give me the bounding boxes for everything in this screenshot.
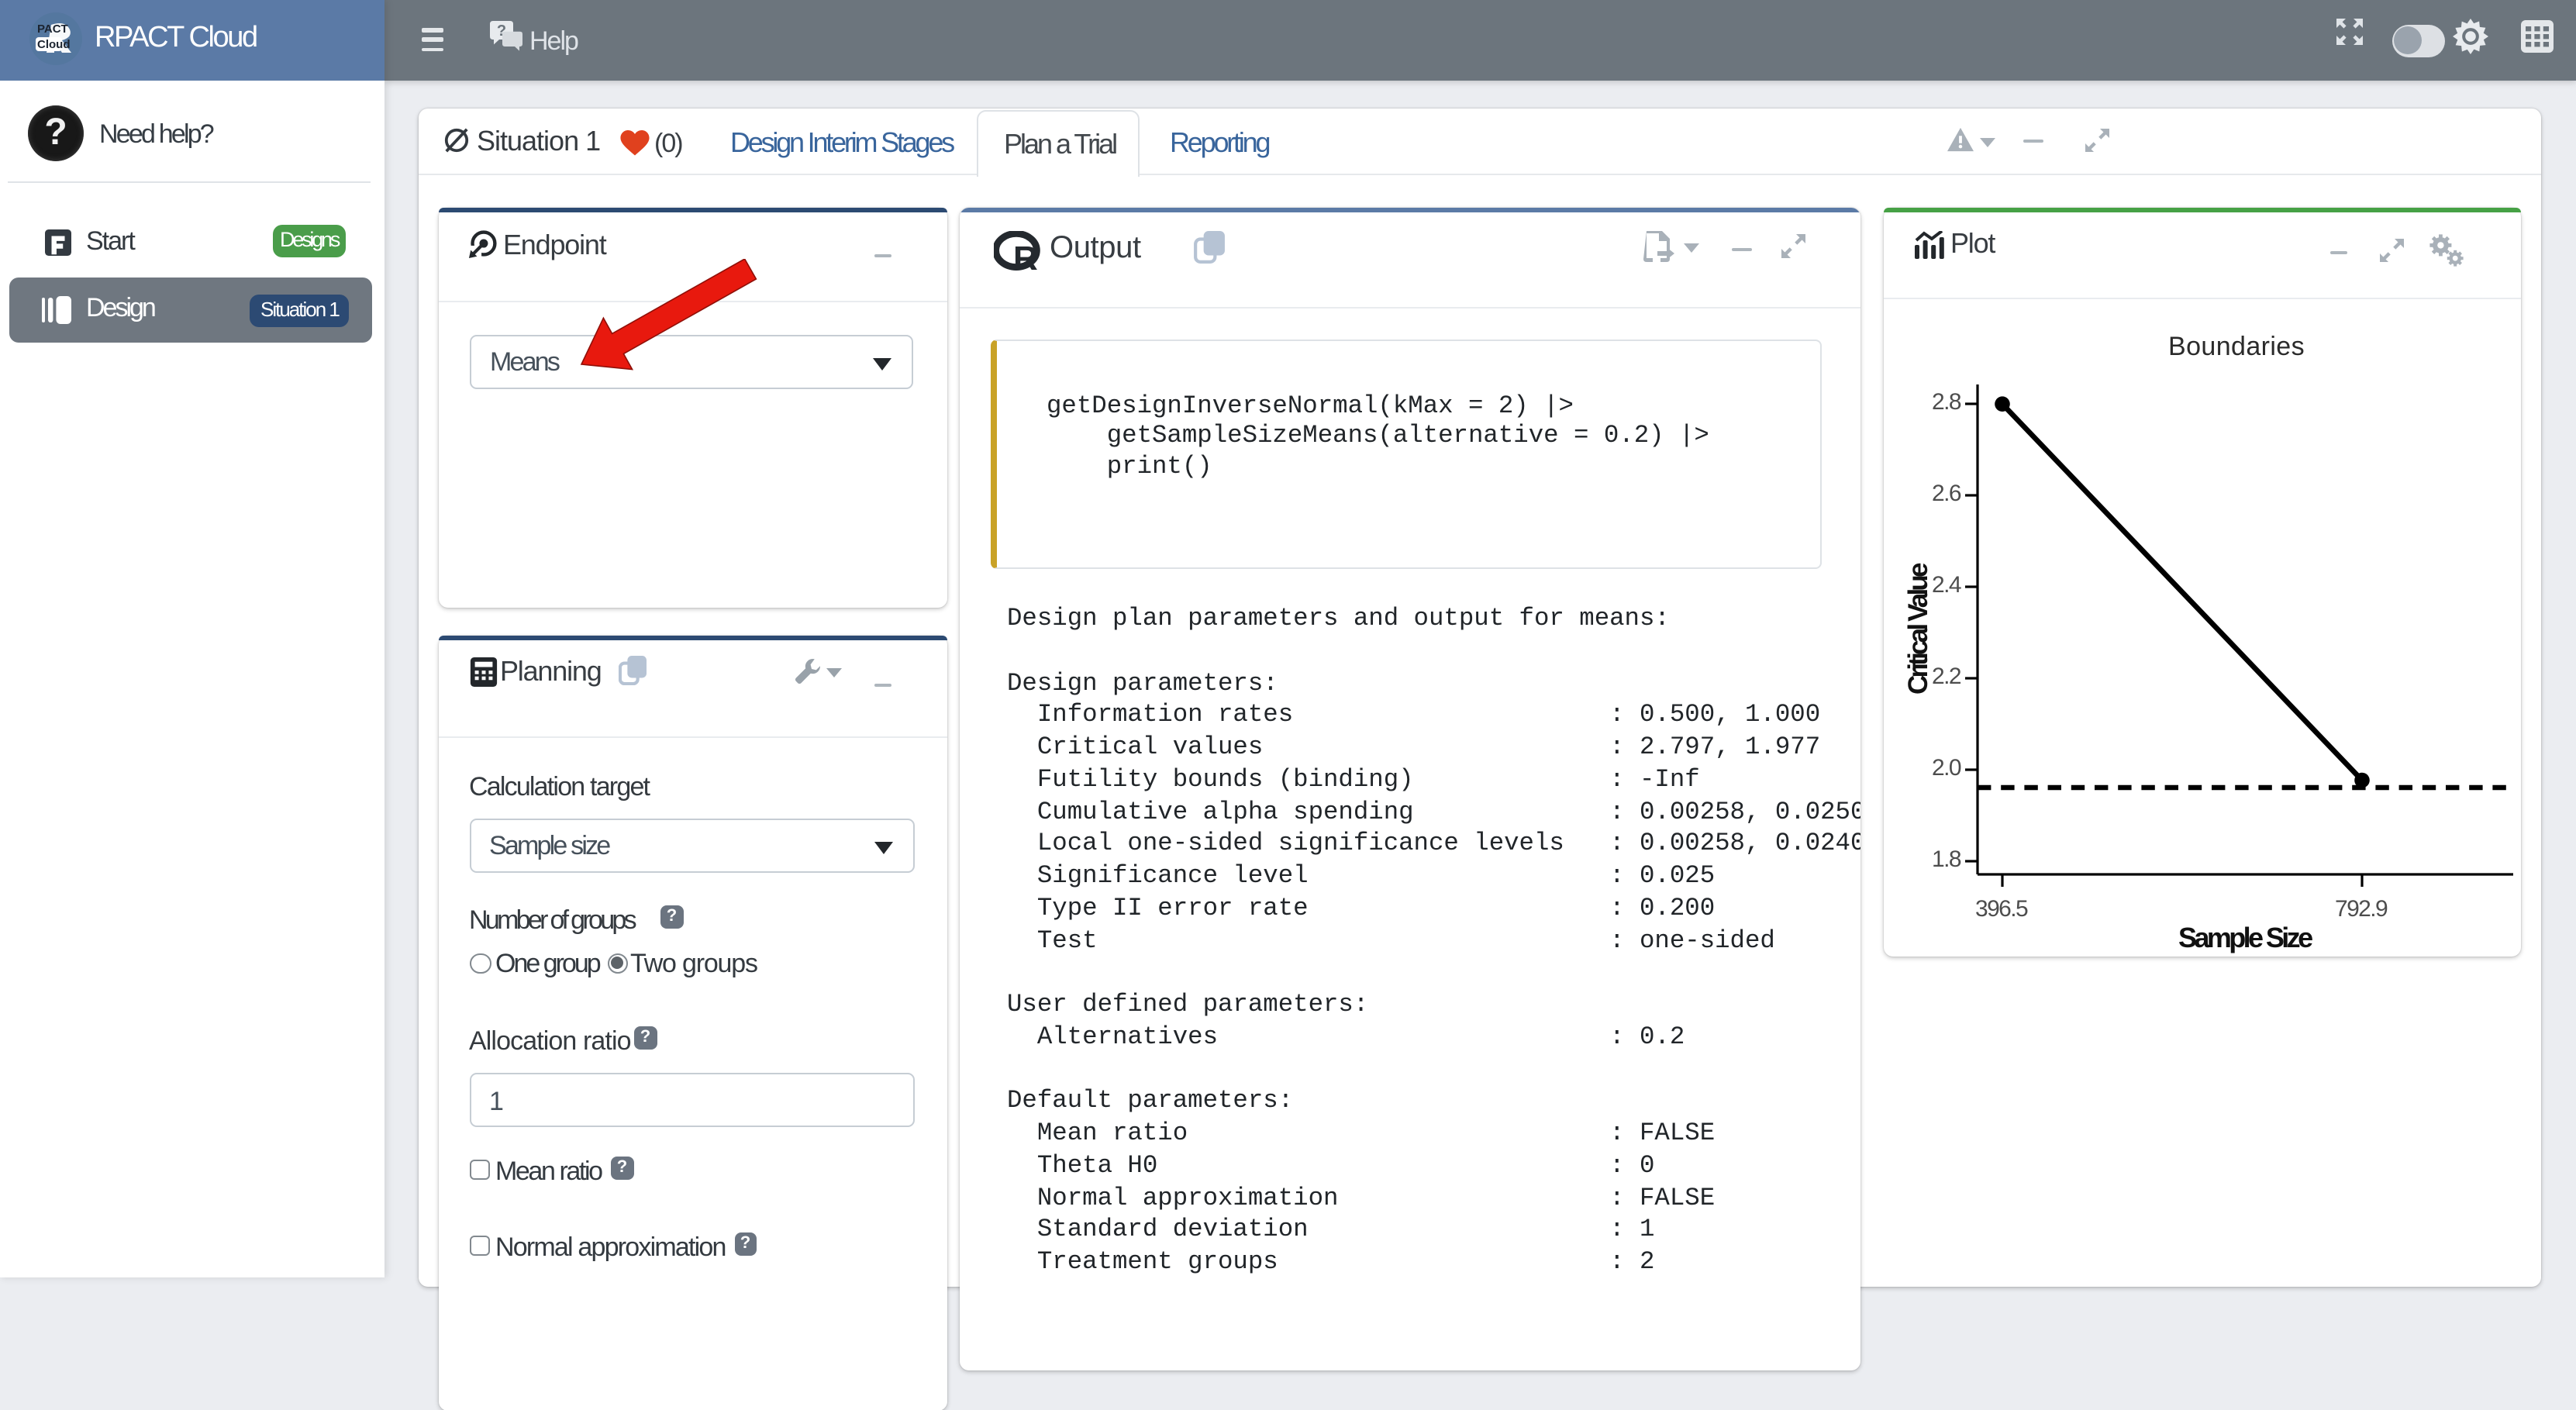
svg-text:PACT: PACT bbox=[37, 22, 68, 36]
svg-text:?: ? bbox=[496, 22, 505, 40]
svg-text:R: R bbox=[1013, 240, 1038, 278]
svg-text:Cloud: Cloud bbox=[37, 38, 71, 51]
